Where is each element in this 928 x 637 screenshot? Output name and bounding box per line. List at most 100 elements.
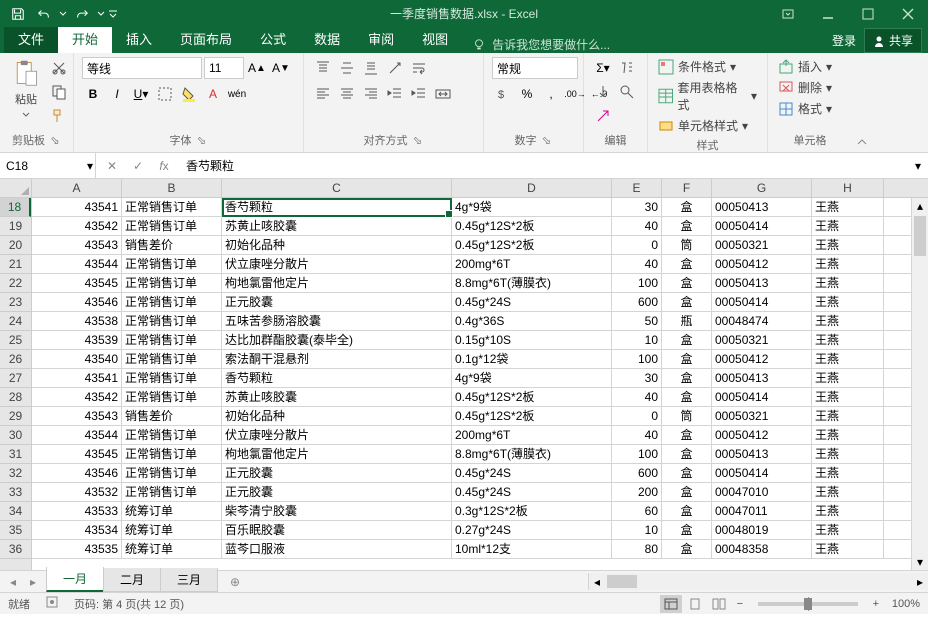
cell[interactable]: 100 bbox=[612, 445, 662, 463]
tab-data[interactable]: 数据 bbox=[300, 24, 354, 53]
close-button[interactable] bbox=[888, 0, 928, 27]
cell[interactable]: 香芍颗粒 bbox=[222, 198, 452, 216]
align-center-button[interactable] bbox=[336, 83, 358, 105]
cell[interactable]: 盒 bbox=[662, 255, 712, 273]
row-header[interactable]: 19 bbox=[0, 217, 31, 236]
cell[interactable]: 600 bbox=[612, 464, 662, 482]
cell[interactable]: 200 bbox=[612, 483, 662, 501]
decrease-font-button[interactable]: A▼ bbox=[270, 57, 292, 79]
paste-button[interactable]: 粘贴 bbox=[8, 57, 44, 121]
cut-button[interactable] bbox=[48, 57, 70, 79]
cell[interactable]: 43542 bbox=[32, 388, 122, 406]
sort-filter-button[interactable] bbox=[616, 57, 638, 79]
zoom-out-button[interactable]: − bbox=[732, 596, 748, 612]
cell[interactable]: 王燕 bbox=[812, 445, 884, 463]
cell[interactable]: 王燕 bbox=[812, 388, 884, 406]
cell[interactable]: 40 bbox=[612, 426, 662, 444]
cell[interactable]: 43535 bbox=[32, 540, 122, 558]
cell[interactable]: 正常销售订单 bbox=[122, 350, 222, 368]
cell[interactable]: 00050321 bbox=[712, 236, 812, 254]
minimize-button[interactable] bbox=[808, 0, 848, 27]
row-header[interactable]: 34 bbox=[0, 502, 31, 521]
cell[interactable]: 43538 bbox=[32, 312, 122, 330]
cell[interactable]: 600 bbox=[612, 293, 662, 311]
row-header[interactable]: 36 bbox=[0, 540, 31, 559]
number-launcher[interactable]: ⬂ bbox=[541, 134, 553, 146]
cell[interactable]: 盒 bbox=[662, 198, 712, 216]
cell[interactable]: 盒 bbox=[662, 540, 712, 558]
cell[interactable]: 正元胶囊 bbox=[222, 464, 452, 482]
cell[interactable]: 00050413 bbox=[712, 274, 812, 292]
increase-font-button[interactable]: A▲ bbox=[246, 57, 268, 79]
save-button[interactable] bbox=[6, 3, 30, 25]
row-header[interactable]: 21 bbox=[0, 255, 31, 274]
align-launcher[interactable]: ⬂ bbox=[412, 134, 424, 146]
cell[interactable]: 00050413 bbox=[712, 369, 812, 387]
cell[interactable]: 8.8mg*6T(薄膜衣) bbox=[452, 445, 612, 463]
cell[interactable]: 43541 bbox=[32, 198, 122, 216]
cell[interactable]: 香芍颗粒 bbox=[222, 369, 452, 387]
sheet-tab-2[interactable]: 二月 bbox=[103, 568, 161, 592]
cell[interactable]: 苏黄止咳胶囊 bbox=[222, 217, 452, 235]
zoom-in-button[interactable]: + bbox=[868, 596, 884, 612]
cell[interactable]: 40 bbox=[612, 255, 662, 273]
cell[interactable]: 正常销售订单 bbox=[122, 331, 222, 349]
cell[interactable]: 王燕 bbox=[812, 369, 884, 387]
cell[interactable]: 正常销售订单 bbox=[122, 274, 222, 292]
redo-dropdown[interactable] bbox=[96, 3, 106, 25]
zoom-level[interactable]: 100% bbox=[892, 598, 920, 610]
cell[interactable]: 正常销售订单 bbox=[122, 217, 222, 235]
currency-button[interactable]: $ bbox=[492, 83, 514, 105]
customize-qa-dropdown[interactable] bbox=[108, 3, 118, 25]
cell[interactable]: 00048358 bbox=[712, 540, 812, 558]
cell[interactable]: 王燕 bbox=[812, 407, 884, 425]
cell[interactable]: 10ml*12支 bbox=[452, 540, 612, 558]
cell[interactable]: 正常销售订单 bbox=[122, 255, 222, 273]
clear-button[interactable] bbox=[592, 105, 614, 127]
cell[interactable]: 达比加群酯胶囊(泰毕全) bbox=[222, 331, 452, 349]
cell[interactable]: 百乐眠胶囊 bbox=[222, 521, 452, 539]
cell[interactable]: 盒 bbox=[662, 350, 712, 368]
row-header[interactable]: 23 bbox=[0, 293, 31, 312]
orientation-button[interactable] bbox=[384, 57, 406, 79]
cell[interactable]: 4g*9袋 bbox=[452, 198, 612, 216]
cell[interactable]: 00050414 bbox=[712, 217, 812, 235]
cell[interactable]: 统筹订单 bbox=[122, 521, 222, 539]
comma-button[interactable]: , bbox=[540, 83, 562, 105]
cell[interactable]: 王燕 bbox=[812, 521, 884, 539]
copy-button[interactable] bbox=[48, 81, 70, 103]
enter-formula-button[interactable]: ✓ bbox=[126, 155, 150, 177]
cell[interactable]: 43534 bbox=[32, 521, 122, 539]
cell[interactable]: 43532 bbox=[32, 483, 122, 501]
cell[interactable]: 0.15g*10S bbox=[452, 331, 612, 349]
cell[interactable]: 43539 bbox=[32, 331, 122, 349]
cell[interactable]: 00050413 bbox=[712, 198, 812, 216]
hscroll-thumb[interactable] bbox=[607, 575, 637, 588]
cell[interactable]: 王燕 bbox=[812, 293, 884, 311]
delete-cells-button[interactable]: 删除▾ bbox=[776, 78, 834, 97]
cell[interactable]: 4g*9袋 bbox=[452, 369, 612, 387]
row-header[interactable]: 27 bbox=[0, 369, 31, 388]
cell[interactable]: 盒 bbox=[662, 369, 712, 387]
cell[interactable]: 苏黄止咳胶囊 bbox=[222, 388, 452, 406]
cell[interactable]: 正元胶囊 bbox=[222, 293, 452, 311]
col-header-H[interactable]: H bbox=[812, 179, 884, 197]
cell[interactable]: 正常销售订单 bbox=[122, 426, 222, 444]
underline-button[interactable]: U▾ bbox=[130, 83, 152, 105]
tab-insert[interactable]: 插入 bbox=[112, 24, 166, 53]
cell[interactable]: 统筹订单 bbox=[122, 540, 222, 558]
conditional-format-button[interactable]: 条件格式▾ bbox=[656, 57, 738, 76]
tell-me-search[interactable]: 告诉我您想要做什么... bbox=[462, 36, 620, 53]
format-painter-button[interactable] bbox=[48, 105, 70, 127]
align-bottom-button[interactable] bbox=[360, 57, 382, 79]
border-button[interactable] bbox=[154, 83, 176, 105]
find-button[interactable] bbox=[616, 81, 638, 103]
cell[interactable]: 80 bbox=[612, 540, 662, 558]
cell[interactable]: 43545 bbox=[32, 274, 122, 292]
select-all-button[interactable] bbox=[0, 179, 32, 197]
cell[interactable]: 43546 bbox=[32, 464, 122, 482]
cell[interactable]: 初始化品种 bbox=[222, 236, 452, 254]
insert-function-button[interactable]: fx bbox=[152, 155, 176, 177]
row-header[interactable]: 28 bbox=[0, 388, 31, 407]
cell[interactable]: 盒 bbox=[662, 217, 712, 235]
